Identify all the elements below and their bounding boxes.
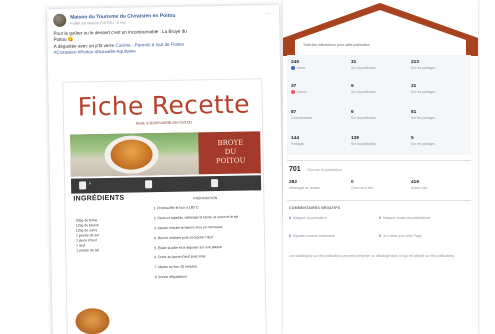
- post-header: Maison du Tourisme du Civraisien en Poit…: [53, 10, 273, 28]
- negative-item: 0 Signaler comme indésirable: [289, 234, 335, 238]
- clock-icon: [145, 180, 153, 189]
- insights-panel: Total des interactions pour cette public…: [283, 0, 478, 334]
- ingredients-list: 250g de farine 125g de beurre 125g de su…: [76, 218, 132, 254]
- facebook-post: Maison du Tourisme du Civraisien en Poit…: [47, 4, 285, 334]
- insights-title: Total des interactions pour cette public…: [303, 43, 371, 47]
- recipe-title: Fiche Recette: [77, 89, 250, 122]
- insights-footnote: Les statistiques sur les publications pe…: [289, 254, 455, 258]
- total-clicks-label: Clics sur la publication: [307, 168, 342, 172]
- recipe-image[interactable]: Fiche Recette Made in BOISSAIERE EN POIT…: [62, 78, 267, 334]
- page-name-link[interactable]: Maison du Tourisme du Civraisien en Poit…: [70, 13, 175, 21]
- negative-item: 0 Masquer toutes les publications: [379, 216, 431, 220]
- metrics-grid: 245 J'aime 31 Sur la publication 213 Sur l…: [287, 55, 471, 155]
- metric-likes: 245 J'aime: [291, 60, 306, 71]
- post-text: Pour le goûter ou le dessert c'est un in…: [53, 27, 267, 56]
- list-item: 6. Dorer au jaune d'œuf puis strier: [154, 254, 206, 260]
- list-item: 1. Préchauffer le four à 180°C: [153, 205, 199, 211]
- metric-item: 6 Sur la publication: [351, 110, 377, 120]
- photo-band: BROYE DU POITOU: [70, 131, 261, 177]
- metric-item: 139 Sur la publication: [351, 136, 377, 146]
- negative-item: 0 Je n'aime plus cette Page: [379, 234, 422, 238]
- love-icon: [291, 90, 295, 95]
- roof-inner: [295, 10, 466, 56]
- link-clicks: 0 Clics sur le lien: [351, 180, 374, 190]
- photo-views: 282 Affichages de photos: [289, 180, 320, 190]
- list-item: 8. Bonne dégustation: [154, 274, 187, 280]
- post-link[interactable]: Cuisine - Parents à tout de Poitou: [115, 41, 184, 47]
- metric-item: 6 Sur la publication: [351, 84, 377, 94]
- roof-logo: [283, 3, 478, 56]
- divider: [287, 160, 471, 161]
- other-clicks: 419 Autres clics: [411, 180, 428, 190]
- metric-shares: 144 Partages: [291, 136, 305, 146]
- metric-love: 37 J'adore: [291, 84, 307, 95]
- metric-item: 81 Sur les partages: [411, 110, 436, 120]
- negative-feedback-heading: COMMENTAIRES NÉGATIFS: [289, 206, 341, 210]
- list-item: 2. Dans un saladier, mélanger la farine,…: [153, 214, 239, 221]
- servings-value: 6: [89, 181, 91, 186]
- list-item: 5. Étaler la pâte et la déposer sur une …: [154, 244, 222, 250]
- metric-item: 31 Sur la publication: [351, 60, 377, 70]
- band-title: BROYE DU POITOU: [215, 138, 246, 166]
- total-clicks: 701: [289, 166, 301, 173]
- like-icon: [291, 66, 295, 71]
- ingredients-heading: INGRÉDIENTS: [73, 194, 125, 203]
- metric-item: 213 Sur les partages: [411, 60, 436, 70]
- cake-thumbnail: [75, 307, 110, 334]
- list-item: 1 pincée de sel: [76, 248, 100, 253]
- metric-item: 5 Sur les partages: [411, 136, 436, 146]
- metric-comments: 87 Commentaires: [291, 110, 313, 120]
- servings-icon: [79, 181, 87, 190]
- info-row: 6: [70, 175, 262, 194]
- list-item: 7. Mettre au four 20 minutes: [154, 264, 197, 270]
- preparation-heading: PRÉPARATION: [193, 196, 218, 201]
- oven-icon: [211, 179, 219, 188]
- cake-photo: [70, 132, 199, 177]
- post-meta: Publié par Maison POITOU · 8 mai: [70, 20, 126, 26]
- metric-item: 31 Sur les partages: [411, 84, 436, 94]
- steps-list: 1. Préchauffer le four à 180°C 2. Dans u…: [153, 204, 258, 285]
- divider: [287, 200, 471, 201]
- list-item: 3. Ajouter ensuite le beurre mou en morc…: [153, 224, 223, 230]
- page-avatar[interactable]: [53, 13, 67, 27]
- negative-item: 3 Masquer la publication: [289, 216, 327, 220]
- list-item: 4. Bien le malaxer puis incorporer l'œuf: [153, 234, 213, 240]
- more-options-icon[interactable]: ···: [265, 11, 271, 17]
